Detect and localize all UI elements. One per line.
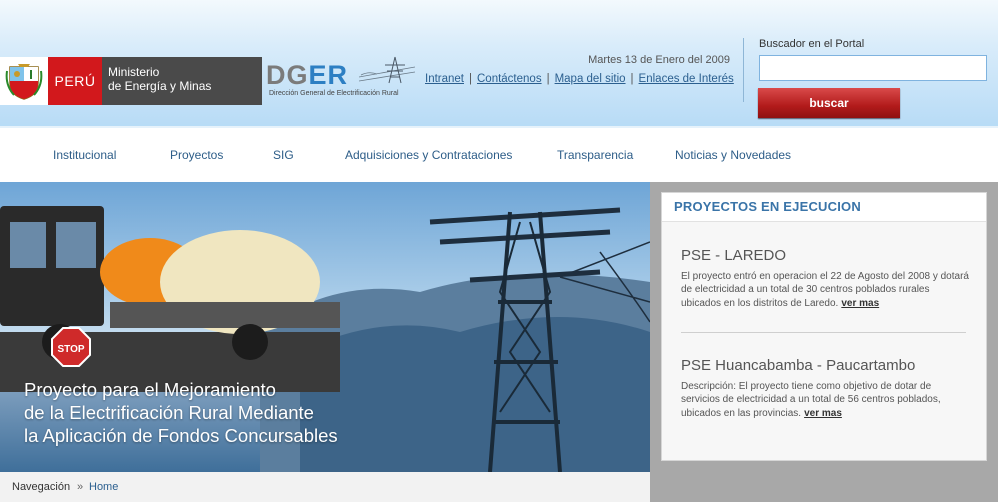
project-item: PSE - LAREDO El proyecto entró en operac… — [681, 247, 969, 310]
transmission-tower-icon — [359, 56, 415, 84]
link-separator: | — [546, 73, 550, 85]
project-title: PSE - LAREDO — [681, 247, 787, 264]
top-links: Intranet | Contáctenos | Mapa del sitio | Enla… — [425, 73, 734, 85]
search-label: Buscador en el Portal — [759, 38, 865, 50]
ministry-line-2: de Energía y Minas — [108, 79, 212, 93]
peru-label: PERÚ — [48, 57, 102, 105]
main-nav: Institucional Proyectos SIG Adquisicione… — [0, 128, 998, 182]
dger-subtitle: Dirección General de Electrificación Rur… — [269, 90, 399, 97]
ministry-line-1: Ministerio — [108, 65, 160, 79]
ver-mas-link[interactable]: ver mas — [841, 298, 879, 309]
projects-panel-header: PROYECTOS EN EJECUCION — [662, 193, 986, 222]
header-divider — [743, 38, 744, 102]
hero-caption-line-1: Proyecto para el Mejoramiento — [24, 379, 276, 400]
link-separator: | — [469, 73, 472, 85]
header: PERÚ Ministerio de Energía y Minas DGER … — [0, 0, 998, 128]
current-date: Martes 13 de Enero del 2009 — [588, 54, 730, 66]
ver-mas-link[interactable]: ver mas — [804, 408, 842, 419]
project-divider — [681, 332, 966, 333]
nav-item-sig[interactable]: SIG — [273, 148, 294, 162]
link-contactenos[interactable]: Contáctenos — [477, 73, 542, 85]
breadcrumb-label: Navegación — [12, 481, 71, 493]
nav-item-noticias[interactable]: Noticias y Novedades — [675, 148, 791, 162]
project-text: El proyecto entró en operacion el 22 de … — [681, 271, 969, 309]
dger-logo[interactable]: DGER Dirección General de Electrificació… — [266, 56, 416, 102]
project-description: Descripción: El proyecto tiene como obje… — [681, 380, 969, 420]
nav-item-transparencia[interactable]: Transparencia — [557, 148, 633, 162]
ministry-name: Ministerio de Energía y Minas — [102, 57, 262, 105]
nav-item-institucional[interactable]: Institucional — [53, 148, 116, 162]
search-input[interactable] — [759, 55, 987, 81]
breadcrumb: Navegación » Home — [0, 472, 650, 502]
projects-panel: PROYECTOS EN EJECUCION PSE - LAREDO El p… — [661, 192, 987, 461]
project-item: PSE Huancabamba - Paucartambo Descripció… — [681, 357, 969, 420]
link-mapa-del-sitio[interactable]: Mapa del sitio — [555, 73, 626, 85]
dger-wordmark-er: ER — [308, 60, 349, 90]
search-button[interactable]: buscar — [758, 88, 900, 118]
hero-caption-line-2: de la Electrificación Rural Mediante — [24, 402, 314, 423]
coat-of-arms-icon — [0, 57, 48, 105]
projects-panel-title: PROYECTOS EN EJECUCION — [674, 199, 861, 214]
stop-sign-text: STOP — [57, 344, 84, 355]
nav-item-adquisiciones[interactable]: Adquisiciones y Contrataciones — [345, 148, 512, 162]
peru-ministry-logo[interactable]: PERÚ Ministerio de Energía y Minas — [0, 57, 262, 105]
dger-wordmark: DGER — [266, 60, 348, 91]
nav-item-proyectos[interactable]: Proyectos — [170, 148, 223, 162]
link-separator: | — [630, 73, 634, 85]
dger-wordmark-dg: DG — [266, 60, 309, 90]
breadcrumb-home-link[interactable]: Home — [89, 481, 118, 493]
project-description: El proyecto entró en operacion el 22 de … — [681, 270, 969, 310]
hero-caption: Proyecto para el Mejoramiento de la Elec… — [24, 378, 338, 447]
link-enlaces-de-interes[interactable]: Enlaces de Interés — [639, 73, 734, 85]
hero-caption-line-3: la Aplicación de Fondos Concursables — [24, 425, 338, 446]
project-title: PSE Huancabamba - Paucartambo — [681, 357, 916, 374]
hero-banner[interactable]: STOP Proyecto para el Mejoramiento de la… — [0, 182, 650, 472]
breadcrumb-separator: » — [77, 481, 84, 493]
link-intranet[interactable]: Intranet — [425, 73, 464, 85]
